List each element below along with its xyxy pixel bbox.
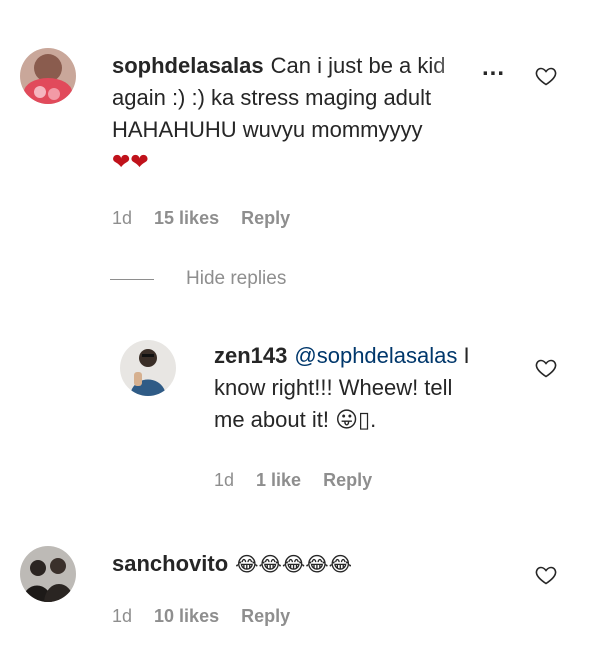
comment-sanchovito: sanchovito 😂😂😂😂😂: [112, 548, 512, 581]
likes-count[interactable]: 10 likes: [154, 606, 219, 627]
reply-button[interactable]: Reply: [241, 606, 290, 627]
more-text-button[interactable]: ...: [482, 54, 505, 82]
heart-outline-icon[interactable]: [534, 356, 558, 380]
username-zen143[interactable]: zen143: [214, 343, 287, 368]
comment-meta: 1d 1 like Reply: [214, 470, 372, 491]
divider-line: [110, 278, 154, 280]
timestamp: 1d: [214, 470, 235, 490]
avatar-sanchovito[interactable]: [20, 546, 76, 602]
reply-button[interactable]: Reply: [241, 208, 290, 229]
heart-outline-icon[interactable]: [534, 563, 558, 587]
likes-count[interactable]: 15 likes: [154, 208, 219, 229]
likes-count[interactable]: 1 like: [256, 470, 301, 491]
comment-meta: 1d 15 likes Reply: [112, 208, 290, 229]
username-sanchovito[interactable]: sanchovito: [112, 551, 228, 576]
comment-zen143: zen143 @sophdelasalas I know right!!! Whe…: [214, 343, 470, 432]
avatar-sophdelasalas[interactable]: [20, 48, 76, 104]
timestamp: 1d: [112, 208, 133, 228]
heart-outline-icon[interactable]: [534, 64, 558, 88]
mention-sophdelasalas[interactable]: @sophdelasalas: [294, 343, 457, 368]
comment-meta: 1d 10 likes Reply: [112, 606, 290, 627]
emoji-text: 😂😂😂😂😂: [235, 554, 352, 576]
username-sophdelasalas[interactable]: sophdelasalas: [112, 53, 264, 78]
hearts-emoji: ❤❤: [112, 149, 149, 174]
avatar-zen143[interactable]: [120, 340, 176, 396]
hide-replies-button[interactable]: Hide replies: [110, 268, 286, 290]
timestamp: 1d: [112, 606, 133, 626]
reply-button[interactable]: Reply: [323, 470, 372, 491]
